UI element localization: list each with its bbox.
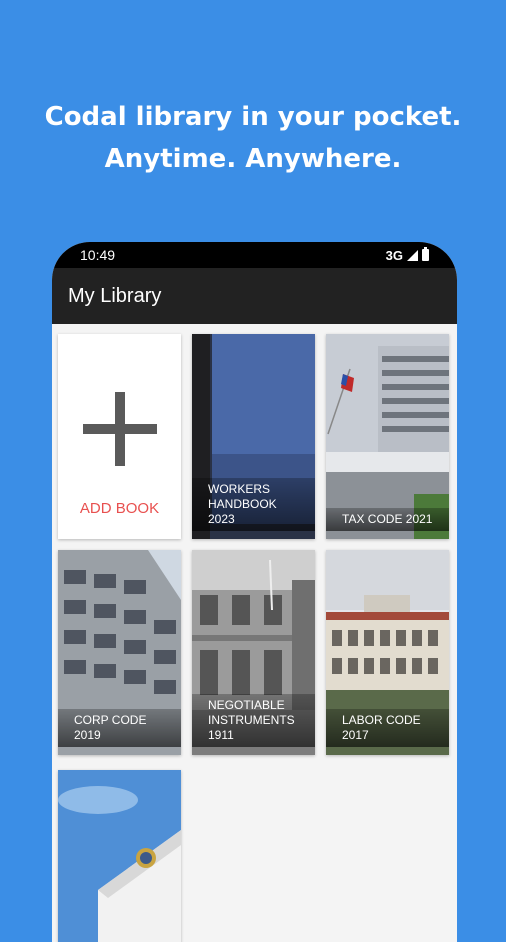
status-bar: 10:49 3G [52, 242, 457, 268]
status-icons: 3G [385, 247, 429, 263]
book-title-line: INSTRUMENTS [208, 713, 295, 727]
app-bar-title: My Library [68, 284, 162, 307]
signal-icon [407, 249, 418, 261]
book-title-line: NEGOTIABLE [208, 698, 285, 712]
book-title-line: CORP CODE [74, 713, 147, 727]
book-card-labor-code[interactable]: LABOR CODE 2017 [326, 550, 449, 755]
book-card-partial[interactable] [58, 770, 181, 942]
battery-icon [422, 247, 429, 261]
add-book-card[interactable]: ADD BOOK [58, 334, 181, 539]
book-label: TAX CODE 2021 [326, 508, 449, 531]
book-title-line: HANDBOOK [208, 497, 277, 511]
book-cover-partial [58, 770, 181, 942]
book-card-workers-handbook[interactable]: WORKERS HANDBOOK 2023 [192, 334, 315, 539]
book-card-corp-code[interactable]: CORP CODE 2019 [58, 550, 181, 755]
book-label: WORKERS HANDBOOK 2023 [192, 478, 315, 531]
book-title-line: 2019 [74, 728, 101, 742]
app-bar: My Library [52, 268, 457, 324]
library-grid: ADD BOOK WORKERS HANDBOOK 2023 TAX CODE … [52, 324, 457, 942]
book-title-line: LABOR CODE [342, 713, 421, 727]
promo-headline: Codal library in your pocket. Anytime. A… [0, 96, 506, 180]
add-book-label: ADD BOOK [79, 500, 160, 517]
book-title-line: TAX CODE 2021 [342, 512, 433, 526]
headline-line-1: Codal library in your pocket. [44, 102, 462, 132]
book-label: NEGOTIABLE INSTRUMENTS 1911 [192, 694, 315, 747]
phone-frame: 10:49 3G My Library ADD BOOK WORKERS HAN… [52, 242, 457, 942]
plus-icon [82, 392, 157, 466]
book-title-line: 2017 [342, 728, 369, 742]
book-label: CORP CODE 2019 [58, 709, 181, 747]
book-label: LABOR CODE 2017 [326, 709, 449, 747]
book-title-line: WORKERS [208, 482, 271, 496]
book-title-line: 1911 [208, 728, 234, 742]
network-type: 3G [385, 247, 403, 263]
book-card-tax-code[interactable]: TAX CODE 2021 [326, 334, 449, 539]
headline-line-2: Anytime. Anywhere. [104, 144, 402, 174]
book-title-line: 2023 [208, 512, 235, 526]
status-time: 10:49 [80, 247, 116, 263]
book-card-negotiable-instruments[interactable]: NEGOTIABLE INSTRUMENTS 1911 [192, 550, 315, 755]
